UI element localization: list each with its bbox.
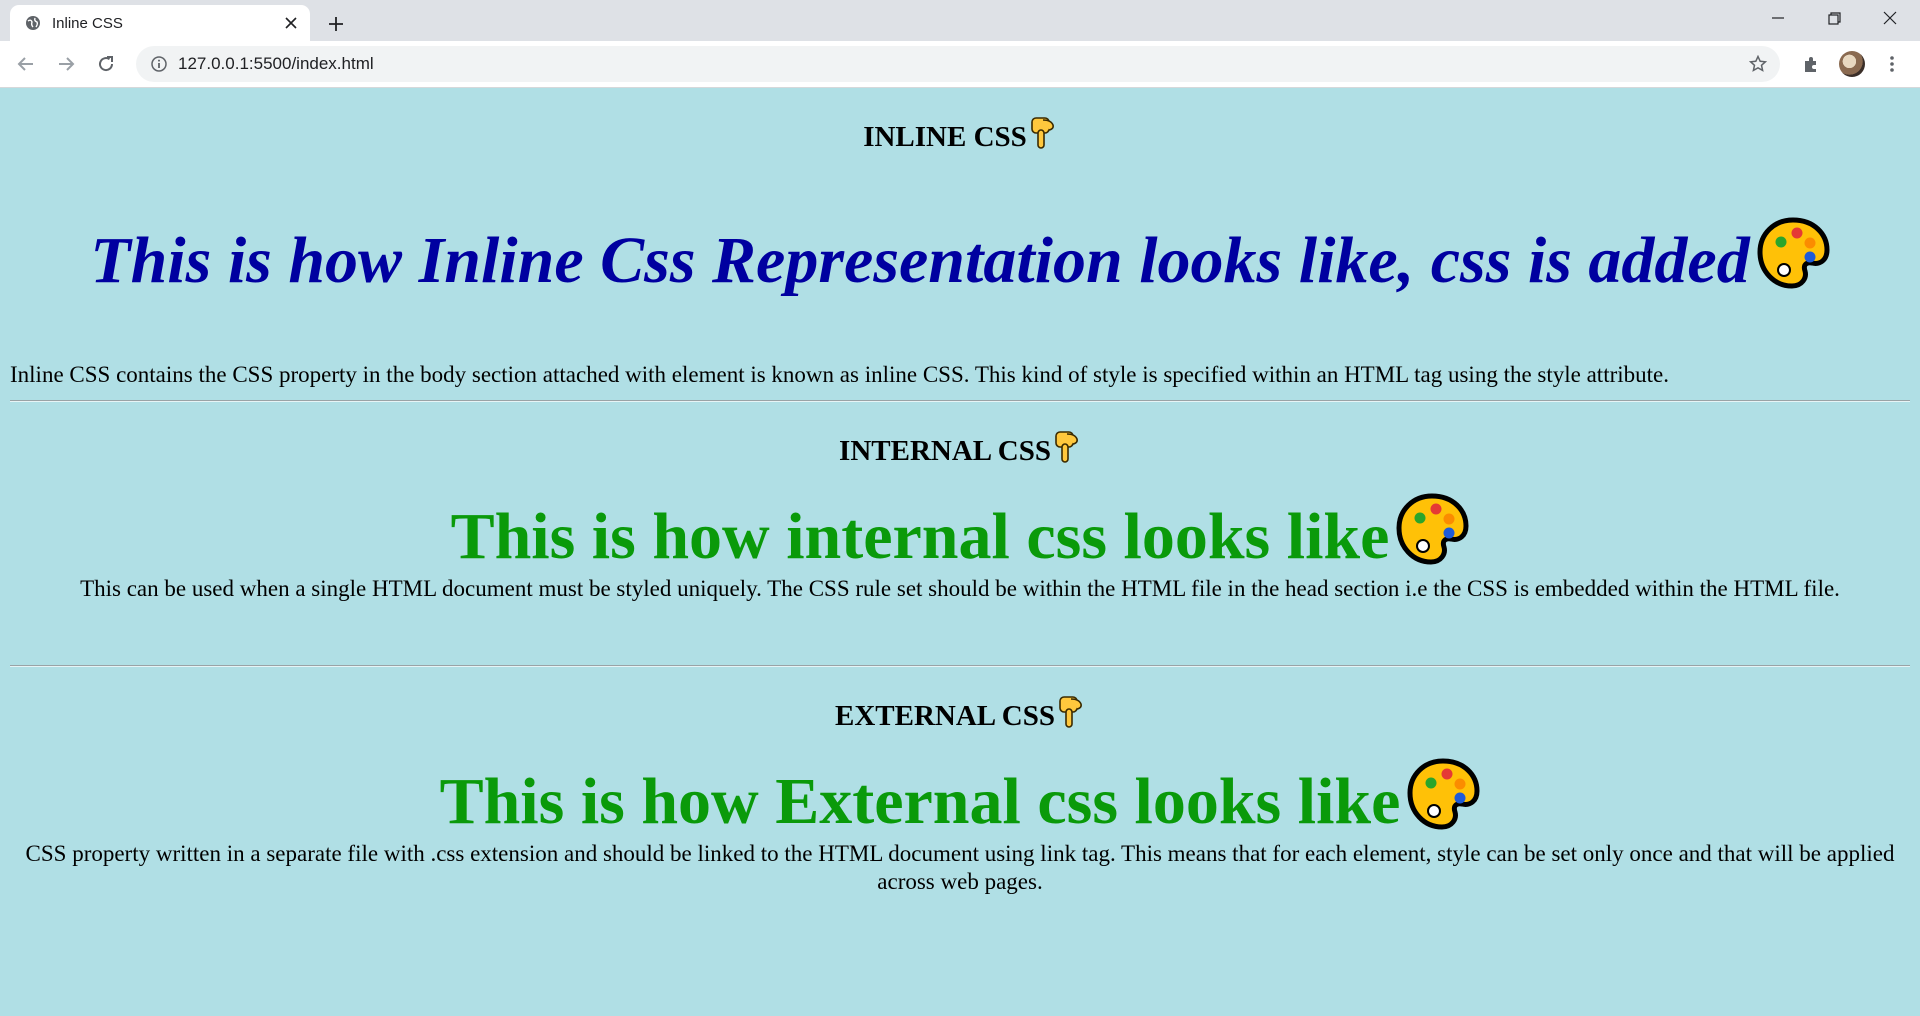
site-info-icon[interactable] [150, 55, 168, 73]
inline-css-paragraph: Inline CSS contains the CSS property in … [10, 362, 1669, 387]
browser-toolbar: 127.0.0.1:5500/index.html [0, 41, 1920, 88]
restore-icon[interactable] [1806, 0, 1862, 36]
tab-title: Inline CSS [52, 14, 123, 32]
external-css-headline: This is how External css looks like [0, 757, 1920, 848]
inline-css-heading-text: INLINE CSS [863, 121, 1027, 153]
divider [10, 665, 1910, 667]
page-content: INLINE CSS This is how Inline Css Repres… [0, 88, 1920, 1016]
divider [10, 400, 1910, 402]
inline-css-headline: This is how Inline Css Representation lo… [0, 216, 1920, 307]
external-css-heading-text: EXTERNAL CSS [835, 700, 1055, 732]
browser-menu-icon[interactable] [1878, 50, 1906, 78]
external-css-paragraph: CSS property written in a separate file … [25, 841, 1895, 894]
pointing-down-hand-icon [1029, 116, 1057, 158]
close-window-icon[interactable] [1862, 0, 1918, 36]
url-text[interactable]: 127.0.0.1:5500/index.html [178, 54, 1746, 74]
globe-icon [24, 14, 42, 32]
reload-icon[interactable] [92, 50, 120, 78]
inline-css-headline-text: This is how Inline Css Representation lo… [90, 224, 1750, 297]
artist-palette-icon [1395, 492, 1469, 583]
internal-css-heading: INTERNAL CSS [0, 430, 1920, 472]
external-css-headline-text: This is how External css looks like [439, 765, 1401, 838]
extensions-puzzle-icon[interactable] [1797, 50, 1825, 78]
internal-css-paragraph: This can be used when a single HTML docu… [80, 576, 1840, 601]
bookmark-star-icon[interactable] [1746, 52, 1770, 76]
browser-tab[interactable]: Inline CSS [10, 5, 310, 41]
external-css-heading: EXTERNAL CSS [0, 695, 1920, 737]
back-arrow-icon[interactable] [12, 50, 40, 78]
pointing-down-hand-icon [1053, 430, 1081, 472]
inline-css-heading: INLINE CSS [0, 116, 1920, 158]
close-tab-icon[interactable] [280, 12, 302, 34]
forward-arrow-icon[interactable] [52, 50, 80, 78]
pointing-down-hand-icon [1057, 695, 1085, 737]
browser-tab-bar: Inline CSS [0, 0, 1920, 41]
internal-css-heading-text: INTERNAL CSS [839, 435, 1051, 467]
profile-avatar[interactable] [1839, 51, 1865, 77]
artist-palette-icon [1756, 216, 1830, 307]
address-bar[interactable]: 127.0.0.1:5500/index.html [136, 46, 1780, 82]
minimize-icon[interactable] [1750, 0, 1806, 36]
new-tab-icon[interactable] [322, 10, 350, 38]
internal-css-headline: This is how internal css looks like [0, 492, 1920, 583]
artist-palette-icon [1406, 757, 1480, 848]
internal-css-headline-text: This is how internal css looks like [450, 500, 1390, 573]
